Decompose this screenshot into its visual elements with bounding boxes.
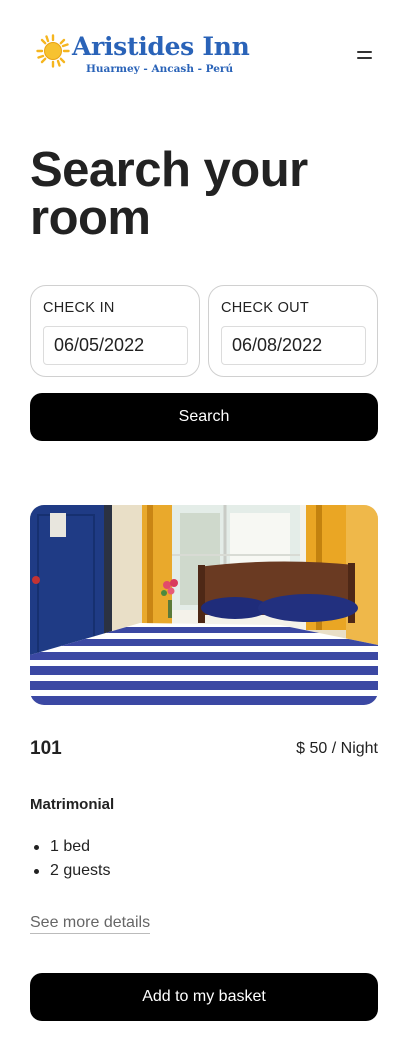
logo-subtitle: Huarmey - Ancash - Perú: [86, 63, 234, 75]
add-to-basket-button[interactable]: Add to my basket: [30, 973, 378, 1021]
check-out-label: CHECK OUT: [221, 300, 310, 316]
site-logo[interactable]: Aristides Inn Huarmey - Ancash - Perú: [36, 30, 250, 80]
site-header: Aristides Inn Huarmey - Ancash - Perú: [36, 30, 378, 80]
hamburger-menu-icon[interactable]: [352, 42, 378, 68]
logo-name: Aristides Inn: [72, 32, 250, 61]
room-type: Matrimonial: [30, 796, 115, 813]
sun-icon: [36, 34, 70, 68]
room-photo[interactable]: [30, 505, 378, 705]
room-price: $ 50 / Night: [296, 740, 378, 757]
page-title: Search your room: [30, 143, 308, 245]
list-item: 2 guests: [30, 860, 110, 884]
search-button[interactable]: Search: [30, 393, 378, 441]
check-out-box: CHECK OUT: [208, 285, 378, 377]
check-in-box: CHECK IN: [30, 285, 200, 377]
check-in-label: CHECK IN: [43, 300, 115, 316]
check-out-input[interactable]: [221, 326, 366, 365]
list-item: 1 bed: [30, 836, 110, 860]
see-more-details-link[interactable]: See more details: [30, 914, 151, 934]
room-features-list: 1 bed 2 guests: [30, 836, 110, 884]
check-in-input[interactable]: [43, 326, 188, 365]
room-number: 101: [30, 738, 62, 759]
